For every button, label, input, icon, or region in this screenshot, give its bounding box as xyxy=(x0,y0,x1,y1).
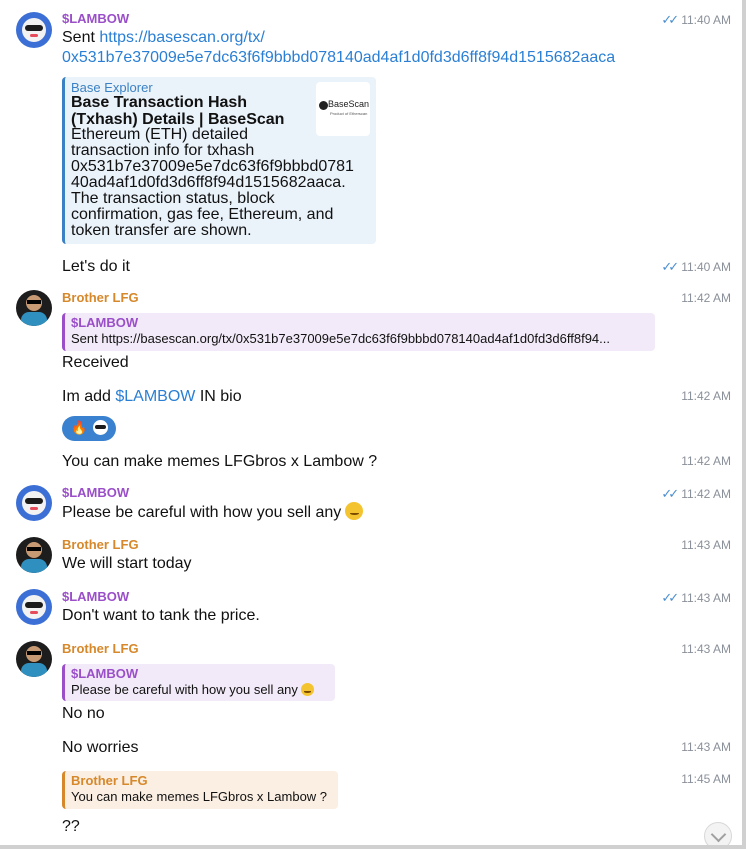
chevron-down-icon xyxy=(710,826,727,843)
read-check-icon: ✓✓ xyxy=(661,259,679,274)
message-text: Don't want to tank the price. xyxy=(62,607,260,624)
reactions-pill[interactable]: 🔥 xyxy=(62,416,116,441)
message-text: ?? xyxy=(62,818,80,835)
link-preview[interactable]: Base Explorer Base Transaction Hash (Txh… xyxy=(62,77,376,244)
tx-link[interactable]: 0x531b7e37009e5e7dc63f6f9bbbd078140ad4af… xyxy=(62,49,615,66)
read-check-icon: ✓✓ xyxy=(661,486,679,501)
preview-thumbnail: BaseScan Product of Etherscan xyxy=(316,82,370,136)
sender-name[interactable]: Brother LFG xyxy=(62,537,139,552)
basescan-logo-icon xyxy=(319,101,328,110)
brother-lfg-avatar[interactable] xyxy=(16,641,52,677)
thumb-name: BaseScan xyxy=(328,99,370,109)
reply-quote[interactable]: Brother LFG You can make memes LFGbros x… xyxy=(62,771,338,809)
reply-quote[interactable]: $LAMBOW Please be careful with how you s… xyxy=(62,664,335,701)
reply-text: Sent https://basescan.org/tx/0x531b7e370… xyxy=(71,331,610,346)
lambow-avatar[interactable] xyxy=(16,485,52,521)
message-time: 11:42 AM xyxy=(681,454,731,468)
tx-link[interactable]: https://basescan.org/tx/ xyxy=(99,29,264,46)
message-time: ✓✓ 11:43 AM xyxy=(661,590,731,605)
mention-link[interactable]: $LAMBOW xyxy=(115,388,195,405)
message-text: We will start today xyxy=(62,555,192,572)
brother-lfg-avatar[interactable] xyxy=(16,537,52,573)
reply-sender: Brother LFG xyxy=(71,773,148,788)
message-time: 11:43 AM xyxy=(681,740,731,754)
message-text: No no xyxy=(62,705,105,722)
slightly-smiling-face-icon xyxy=(300,683,314,696)
reply-sender: $LAMBOW xyxy=(71,315,139,330)
message-time: 11:43 AM xyxy=(681,538,731,552)
read-check-icon: ✓✓ xyxy=(661,12,679,27)
reply-quote[interactable]: $LAMBOW Sent https://basescan.org/tx/0x5… xyxy=(62,313,655,351)
lambow-avatar[interactable] xyxy=(16,12,52,48)
message-text: Sent https://basescan.org/tx/ xyxy=(62,29,265,46)
lambow-avatar[interactable] xyxy=(16,589,52,625)
reply-sender: $LAMBOW xyxy=(71,666,139,681)
preview-title: Base Transaction Hash (Txhash) Details |… xyxy=(71,94,285,128)
sender-name[interactable]: $LAMBOW xyxy=(62,589,129,604)
reply-text: You can make memes LFGbros x Lambow ? xyxy=(71,789,328,804)
brother-lfg-avatar[interactable] xyxy=(16,290,52,326)
message-text: Let's do it xyxy=(62,258,130,275)
preview-description: Ethereum (ETH) detailed transaction info… xyxy=(71,126,354,239)
message-text: No worries xyxy=(62,739,139,756)
message-time: 11:42 AM xyxy=(681,389,731,403)
slightly-smiling-face-icon xyxy=(345,502,364,520)
message-text: Please be careful with how you sell any xyxy=(62,502,364,523)
message-text: 0x531b7e37009e5e7dc63f6f9bbbd078140ad4af… xyxy=(62,48,615,68)
message-time: 11:42 AM xyxy=(681,291,731,305)
preview-site-name: Base Explorer xyxy=(71,80,153,95)
message-text: Received xyxy=(62,354,129,371)
message-time: ✓✓ 11:42 AM xyxy=(661,486,731,501)
message-text: You can make memes LFGbros x Lambow ? xyxy=(62,453,378,470)
message-time: ✓✓ 11:40 AM xyxy=(661,12,731,27)
sender-name[interactable]: Brother LFG xyxy=(62,641,139,656)
reply-text: Please be careful with how you sell any xyxy=(71,682,314,697)
fire-icon: 🔥 xyxy=(71,420,88,435)
message-text: Im add $LAMBOW IN bio xyxy=(62,388,242,405)
sender-name[interactable]: $LAMBOW xyxy=(62,485,129,500)
thumb-sub: Product of Etherscan xyxy=(330,111,368,116)
message-time: 11:43 AM xyxy=(681,642,731,656)
message-time: ✓✓ 11:40 AM xyxy=(661,259,731,274)
scroll-down-button[interactable] xyxy=(704,822,732,845)
message-time: 11:45 AM xyxy=(681,772,731,786)
chat-history[interactable]: $LAMBOW ✓✓ 11:40 AM Sent https://basescan… xyxy=(0,0,746,849)
sender-name[interactable]: $LAMBOW xyxy=(62,11,129,26)
cool-face-icon xyxy=(93,420,108,435)
sender-name[interactable]: Brother LFG xyxy=(62,290,139,305)
read-check-icon: ✓✓ xyxy=(661,590,679,605)
